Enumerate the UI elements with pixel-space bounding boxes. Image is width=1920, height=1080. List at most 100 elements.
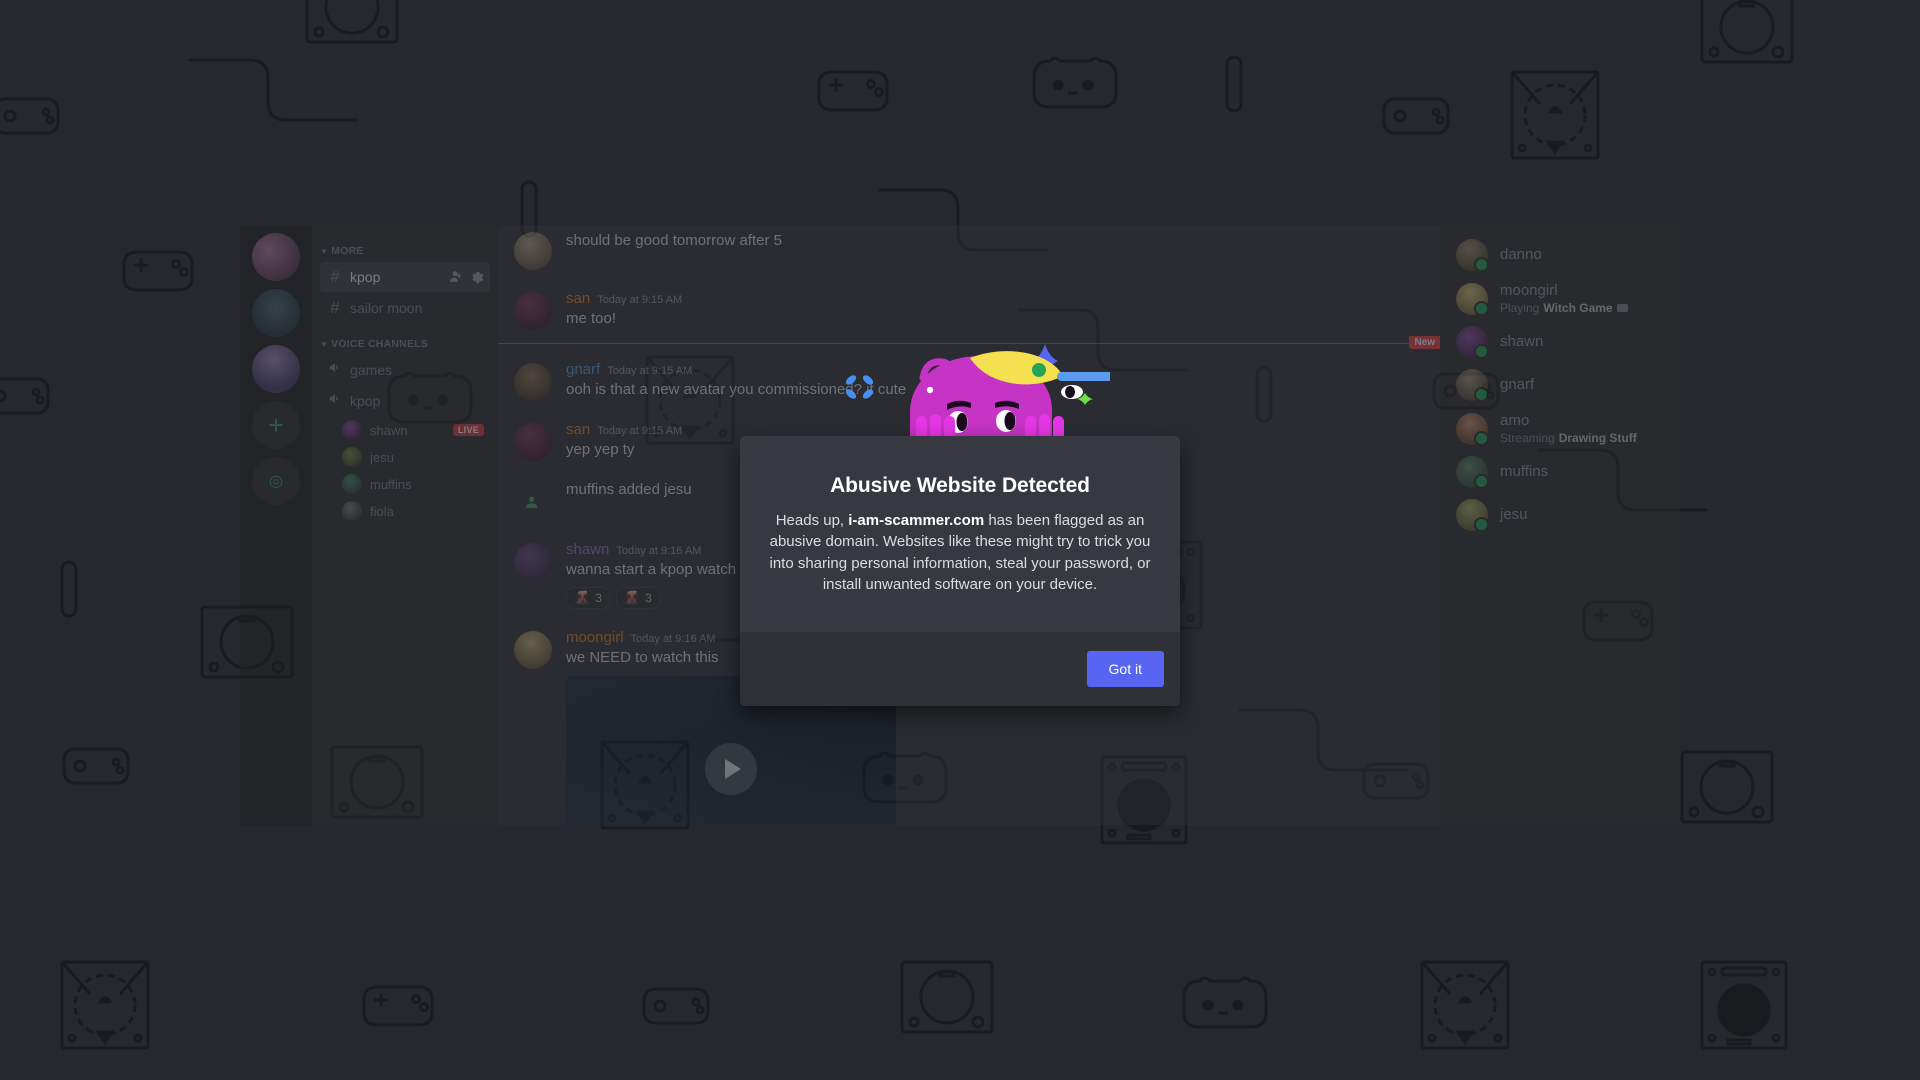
member-row[interactable]: jesu [1448,494,1672,536]
reaction-pill[interactable]: 🌋 3 [615,586,660,609]
avatar [342,420,362,440]
speaker-icon [326,391,344,411]
category-header-more[interactable]: ▼ MORE [312,231,498,261]
avatar [514,232,552,270]
avatar [514,543,552,581]
avatar [1456,499,1489,532]
settings-gear-icon [472,271,484,283]
server-icon-1[interactable] [252,233,300,281]
message-timestamp: Today at 9:15 AM [597,425,683,437]
stream-icon [1616,304,1628,312]
member-row[interactable]: danno [1448,234,1672,276]
avatar [1456,412,1489,446]
category-header-voice-channels[interactable]: ▼ VOICE CHANNELS [312,324,498,354]
member-status-game: Witch Game [1543,301,1613,315]
chevron-down-icon: ▼ [320,339,329,349]
avatar [342,447,362,467]
sparkle-blue-icon [845,375,874,399]
antenna-tip [926,386,934,394]
channel-label: kpop [350,269,381,285]
avatar [514,292,552,330]
emoji: 🌋 [623,589,641,605]
avatar [1456,326,1489,359]
voice-member-jesu[interactable]: jesu [336,444,490,470]
cap-dot [1032,363,1046,377]
member-status: Playing Witch Game [1500,301,1664,315]
channel-sailor-moon-text[interactable]: # sailor moon [320,293,490,323]
voice-member-label: fiola [370,503,394,519]
channel-kpop-voice[interactable]: kpop [320,386,490,416]
voice-member-label: muffins [370,476,412,492]
message-author[interactable]: shawn [566,541,609,559]
modal-title: Abusive Website Detected [830,474,1090,497]
avatar [514,423,552,461]
message-author[interactable]: san [566,421,590,439]
avatar [342,501,362,521]
cap-stripe [1057,372,1115,381]
member-status-game: Drawing Stuff [1558,431,1637,445]
member-name: muffins [1500,463,1549,480]
modal-footer: Got it [740,632,1180,706]
message-timestamp: Today at 9:15 AM [607,365,693,377]
flagged-domain: i-am-scammer.com [848,512,985,529]
member-row[interactable]: gnarf [1448,364,1672,406]
channel-label: kpop [350,393,381,409]
channel-actions[interactable] [447,270,484,285]
avatar [1456,282,1489,316]
hash-icon: # [330,298,340,317]
message-author[interactable]: moongirl [566,629,624,647]
new-badge: New [1409,336,1440,349]
member-row[interactable]: amo Streaming Drawing Stuff [1448,407,1672,450]
server-icon-2[interactable] [252,289,300,337]
play-icon[interactable] [705,743,757,796]
modal-description-pre: Heads up, [775,512,849,529]
category-label: MORE [331,245,364,257]
channel-kpop-text[interactable]: # kpop [320,262,490,292]
member-name: jesu [1500,506,1528,523]
avatar [342,474,362,494]
modal-description: Heads up, i-am-scammer.com has been flag… [768,510,1152,595]
voice-member-shawn[interactable]: shawn LIVE [336,417,490,443]
message-author[interactable]: san [566,290,590,308]
avatar [1456,456,1489,489]
server-icon-3[interactable] [252,345,300,393]
member-status-prefix: Streaming [1500,431,1555,445]
message-author[interactable]: gnarf [566,361,600,379]
message-text: should be good tomorrow after 5 [566,232,782,249]
member-list: danno moongirl Playing Witch Game shawn … [1440,225,1680,825]
member-join-icon [514,483,552,521]
avatar [514,630,552,669]
message-row: san Today at 9:15 AM me too! [498,287,1440,333]
invite-icon [450,270,462,282]
reaction-pill[interactable]: 🌋 3 [566,586,610,609]
reaction-count: 3 [645,590,652,605]
voice-member-muffins[interactable]: muffins [336,471,490,497]
message-row: should be good tomorrow after 5 [498,227,1440,273]
avatar [1456,239,1489,272]
channel-games-voice[interactable]: games [320,355,490,385]
member-name: amo [1500,412,1530,429]
emoji: 🌋 [574,589,591,605]
member-name: gnarf [1500,376,1535,393]
server-rail: + ◎ [240,225,312,825]
category-label: VOICE CHANNELS [331,338,429,350]
got-it-button[interactable]: Got it [1086,651,1164,687]
voice-member-label: jesu [370,449,394,465]
channel-label: games [350,362,393,378]
wumpus-peeking-illustration [820,330,1115,450]
member-status-prefix: Playing [1500,301,1540,315]
member-row[interactable]: muffins [1448,451,1672,493]
live-badge: LIVE [452,424,484,436]
message-text: me too! [566,310,617,327]
explore-servers-button[interactable]: ◎ [252,457,300,505]
message-timestamp: Today at 9:16 AM [616,545,702,557]
reaction-count: 3 [595,590,602,605]
member-row[interactable]: shawn [1448,321,1672,363]
add-server-button[interactable]: + [252,401,300,449]
member-status: Streaming Drawing Stuff [1500,431,1664,445]
voice-member-fiola[interactable]: fiola [336,498,490,524]
channel-sidebar: ▼ MORE # kpop # sailor moon ▼ VOICE CHAN… [312,225,498,825]
member-row[interactable]: moongirl Playing Witch Game [1448,277,1672,320]
avatar [514,363,552,401]
chevron-down-icon: ▼ [320,246,329,256]
